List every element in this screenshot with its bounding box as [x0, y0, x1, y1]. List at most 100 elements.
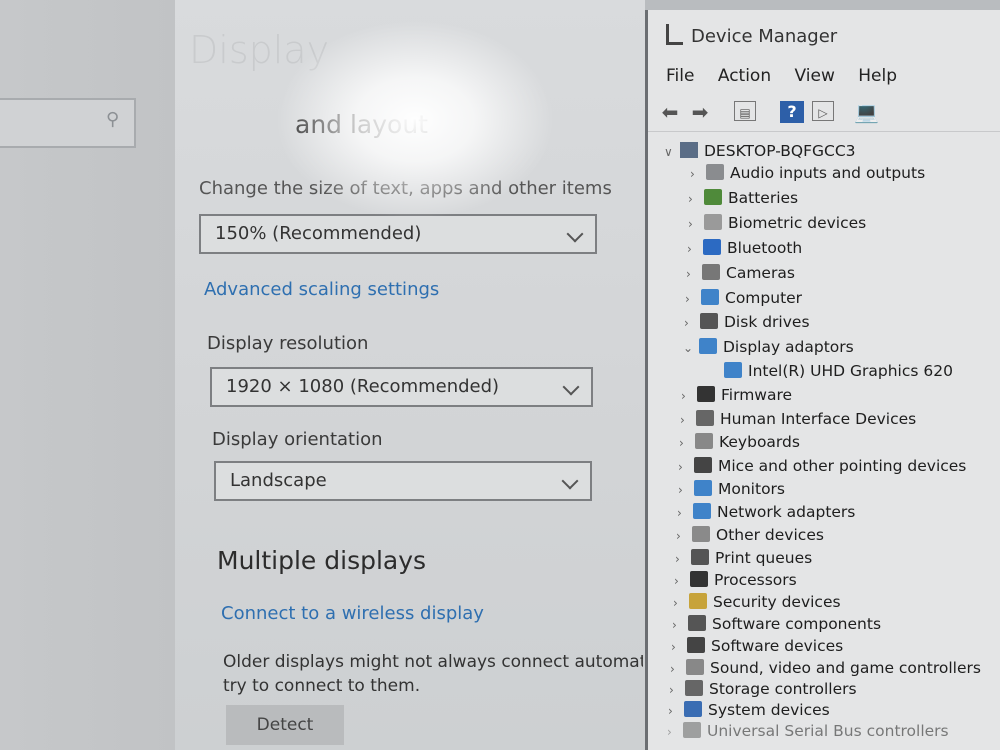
- tree-item-cameras[interactable]: › Cameras: [686, 264, 795, 282]
- device-manager-window: Device Manager File Action View Help ⬅ ➡…: [645, 10, 1000, 750]
- tree-item-monitors[interactable]: › Monitors: [678, 480, 785, 498]
- tree-item-batteries[interactable]: › Batteries: [688, 189, 798, 207]
- tree-item-label: System devices: [708, 701, 830, 719]
- sound-video-game-icon: [686, 659, 704, 675]
- back-arrow-icon[interactable]: ⬅: [658, 101, 682, 123]
- expand-chevron-icon[interactable]: ›: [684, 316, 698, 330]
- tree-item-other-devices[interactable]: › Other devices: [676, 526, 824, 544]
- tree-item-processors[interactable]: › Processors: [674, 571, 797, 589]
- tree-root[interactable]: ∨ DESKTOP-BQFGCC3: [664, 142, 856, 160]
- print-queues-icon: [691, 549, 709, 565]
- tree-item-biometric[interactable]: › Biometric devices: [688, 214, 866, 232]
- tree-item-software-devices[interactable]: › Software devices: [671, 637, 843, 655]
- tree-item-label: Network adapters: [717, 503, 856, 521]
- properties-icon[interactable]: ▤: [734, 101, 756, 121]
- multiple-displays-title: Multiple displays: [217, 546, 427, 575]
- expand-chevron-icon[interactable]: ›: [678, 460, 692, 474]
- tree-item-label: Software devices: [711, 637, 844, 655]
- resolution-value: 1920 × 1080 (Recommended): [226, 376, 500, 397]
- expand-chevron-icon[interactable]: ›: [678, 483, 692, 497]
- menu-view[interactable]: View: [795, 66, 835, 86]
- forward-arrow-icon[interactable]: ➡: [688, 101, 712, 123]
- expand-chevron-icon[interactable]: ›: [685, 292, 699, 306]
- monitor-icon[interactable]: 💻: [854, 101, 879, 123]
- device-manager-icon: [666, 24, 683, 45]
- expand-chevron-icon[interactable]: ›: [680, 413, 694, 427]
- storage-controllers-icon: [685, 680, 703, 696]
- search-input[interactable]: ⚲: [0, 98, 136, 148]
- help-icon[interactable]: ?: [780, 101, 804, 123]
- expand-chevron-icon[interactable]: ›: [688, 217, 702, 231]
- tree-item-print-queues[interactable]: › Print queues: [675, 549, 812, 567]
- tree-item-firmware[interactable]: › Firmware: [681, 386, 792, 404]
- resolution-dropdown[interactable]: 1920 × 1080 (Recommended): [210, 367, 593, 407]
- expand-chevron-icon[interactable]: ›: [675, 552, 689, 566]
- orientation-dropdown[interactable]: Landscape: [214, 461, 592, 501]
- tree-item-keyboards[interactable]: › Keyboards: [679, 433, 800, 451]
- security-devices-icon: [689, 593, 707, 609]
- scale-dropdown[interactable]: 150% (Recommended): [199, 214, 597, 254]
- scale-value: 150% (Recommended): [215, 223, 422, 244]
- audio-icon: [706, 164, 724, 180]
- expand-chevron-icon[interactable]: ›: [673, 596, 687, 610]
- tree-item-mice[interactable]: › Mice and other pointing devices: [678, 457, 966, 475]
- tree-item-computer[interactable]: › Computer: [685, 289, 802, 307]
- older-displays-text-1: Older displays might not always connect …: [223, 652, 643, 672]
- update-driver-icon[interactable]: ▷: [812, 101, 834, 121]
- tree-item-sound-video-game[interactable]: › Sound, video and game controllers: [670, 659, 981, 677]
- system-devices-icon: [684, 701, 702, 717]
- tree-item-storage-controllers[interactable]: › Storage controllers: [669, 680, 857, 698]
- expand-chevron-icon[interactable]: ›: [669, 683, 683, 697]
- expand-chevron-icon[interactable]: ›: [667, 725, 681, 739]
- tree-item-label: Mice and other pointing devices: [718, 457, 967, 475]
- tree-item-disk-drives[interactable]: › Disk drives: [684, 313, 810, 331]
- network-adapters-icon: [693, 503, 711, 519]
- expand-chevron-icon[interactable]: ›: [676, 529, 690, 543]
- display-settings-panel: Display and layout Change the size of te…: [175, 0, 645, 750]
- tree-item-intel-uhd-graphics[interactable]: Intel(R) UHD Graphics 620: [708, 362, 953, 380]
- expand-chevron-icon[interactable]: ›: [679, 436, 693, 450]
- detect-button[interactable]: Detect: [226, 705, 344, 745]
- tree-item-software-components[interactable]: › Software components: [672, 615, 881, 633]
- wireless-display-link[interactable]: Connect to a wireless display: [221, 603, 484, 624]
- intel-uhd-graphics-icon: [724, 362, 742, 378]
- batteries-icon: [704, 189, 722, 205]
- expand-chevron-icon[interactable]: ›: [686, 267, 700, 281]
- tree-item-label: Intel(R) UHD Graphics 620: [748, 362, 953, 380]
- tree-item-bluetooth[interactable]: › Bluetooth: [687, 239, 802, 257]
- search-icon[interactable]: ⚲: [106, 111, 122, 129]
- expand-chevron-icon[interactable]: ›: [668, 704, 682, 718]
- tree-item-hid[interactable]: › Human Interface Devices: [680, 410, 916, 428]
- tree-item-label: Security devices: [713, 593, 841, 611]
- older-displays-text-2: try to connect to them.: [223, 676, 421, 696]
- expand-chevron-icon[interactable]: ›: [677, 506, 691, 520]
- tree-item-security-devices[interactable]: › Security devices: [673, 593, 841, 611]
- tree-item-label: Computer: [725, 289, 803, 307]
- expand-chevron-icon[interactable]: ›: [670, 662, 684, 676]
- expand-chevron-icon[interactable]: ›: [674, 574, 688, 588]
- expand-chevron-icon[interactable]: ›: [672, 618, 686, 632]
- menu-help[interactable]: Help: [858, 66, 897, 86]
- tree-item-system-devices[interactable]: › System devices: [668, 701, 830, 719]
- expand-chevron-icon[interactable]: ›: [690, 167, 704, 181]
- page-title: Display: [189, 28, 330, 72]
- tree-item-label: Human Interface Devices: [720, 410, 917, 428]
- usb-controllers-icon: [683, 722, 701, 738]
- expand-chevron-icon[interactable]: ›: [687, 242, 701, 256]
- expand-chevron-icon[interactable]: ›: [688, 192, 702, 206]
- tree-item-audio[interactable]: › Audio inputs and outputs: [690, 164, 925, 182]
- tree-item-display-adaptors[interactable]: ⌄ Display adaptors: [683, 338, 854, 356]
- expand-chevron-icon[interactable]: ›: [681, 389, 695, 403]
- tree-item-label: Disk drives: [724, 313, 810, 331]
- tree-item-usb-controllers[interactable]: › Universal Serial Bus controllers: [667, 722, 949, 740]
- tree-item-label: Processors: [714, 571, 797, 589]
- menu-action[interactable]: Action: [718, 66, 771, 86]
- section-title-scale: and layout: [295, 110, 428, 139]
- expand-chevron-icon[interactable]: ⌄: [683, 341, 697, 355]
- tree-item-label: Print queues: [715, 549, 813, 567]
- bluetooth-icon: [703, 239, 721, 255]
- advanced-scaling-link[interactable]: Advanced scaling settings: [204, 279, 439, 300]
- expand-chevron-icon[interactable]: ›: [671, 640, 685, 654]
- tree-item-network-adapters[interactable]: › Network adapters: [677, 503, 855, 521]
- menu-file[interactable]: File: [666, 66, 694, 86]
